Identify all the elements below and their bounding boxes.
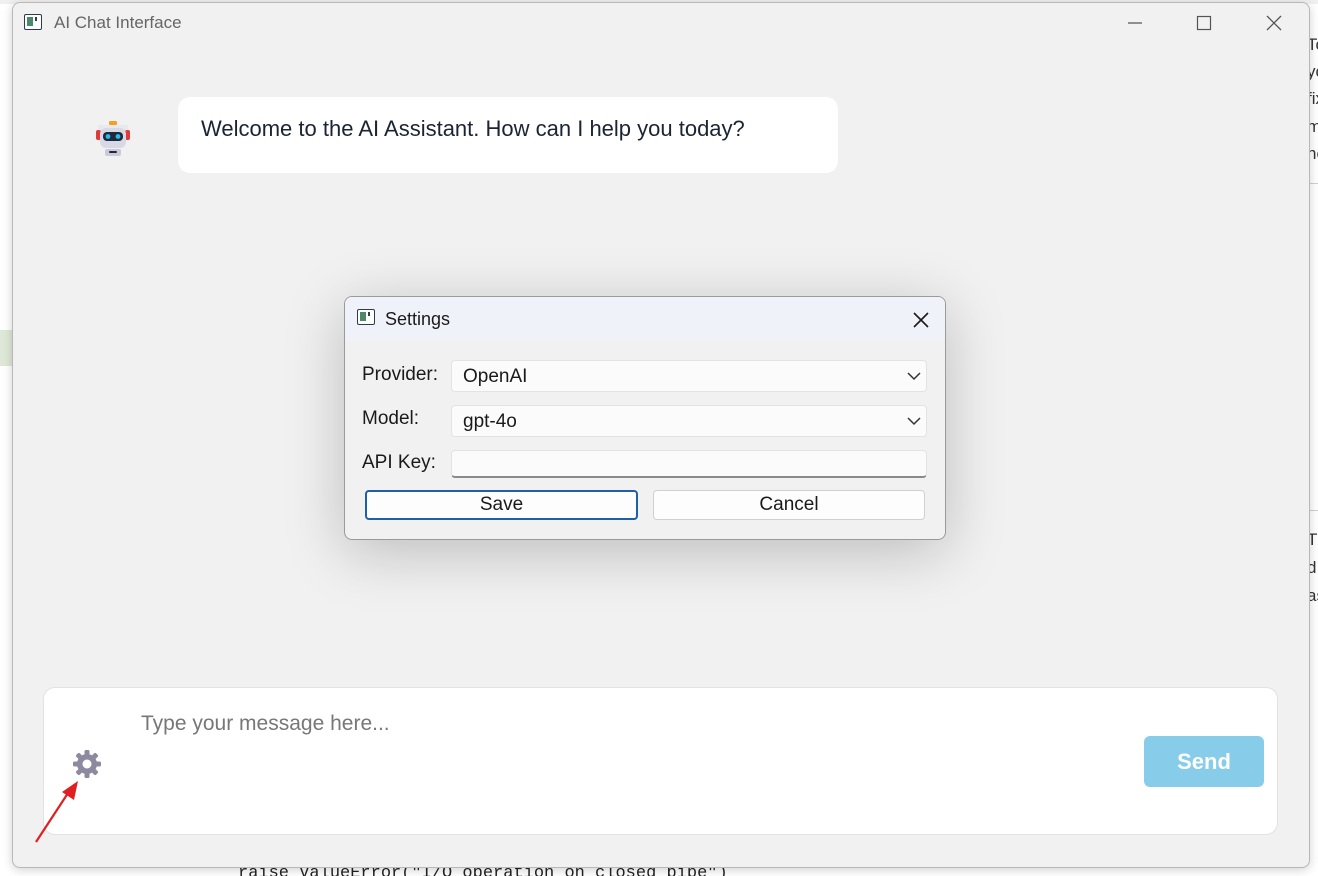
send-button[interactable]: Send (1144, 736, 1264, 787)
assistant-message-bubble: Welcome to the AI Assistant. How can I h… (178, 97, 838, 173)
cancel-button[interactable]: Cancel (653, 490, 925, 520)
close-icon (1266, 15, 1282, 31)
minimize-icon (1128, 22, 1142, 24)
close-icon (913, 312, 929, 328)
window-title: AI Chat Interface (54, 13, 182, 32)
api-key-input[interactable] (451, 450, 927, 478)
save-button[interactable]: Save (365, 490, 638, 520)
close-window-button[interactable] (1239, 3, 1309, 43)
api-key-label: API Key: (362, 452, 436, 473)
chevron-down-icon (907, 417, 921, 426)
settings-button[interactable] (69, 746, 105, 782)
annotation-arrow-icon (35, 781, 78, 843)
model-label: Model: (362, 408, 420, 429)
maximize-button[interactable] (1169, 3, 1239, 43)
model-select[interactable]: gpt-4o (451, 405, 927, 437)
provider-selected-value: OpenAI (463, 366, 528, 387)
model-selected-value: gpt-4o (463, 411, 517, 432)
message-input[interactable] (139, 706, 1043, 742)
minimize-button[interactable] (1100, 3, 1170, 43)
provider-select[interactable]: OpenAI (451, 360, 927, 392)
settings-dialog: Settings Provider: OpenAI Model: gpt-4o … (344, 296, 946, 540)
provider-label: Provider: (362, 364, 439, 385)
title-bar[interactable]: AI Chat Interface (13, 3, 1309, 43)
dialog-close-button[interactable] (901, 305, 941, 335)
app-window-icon (24, 14, 42, 30)
chevron-down-icon (907, 372, 921, 381)
dialog-title-bar[interactable]: Settings (345, 297, 945, 341)
maximize-icon (1196, 15, 1212, 31)
robot-icon (92, 117, 134, 159)
message-composer: Send (43, 687, 1278, 835)
app-window-icon (357, 309, 375, 325)
dialog-title: Settings (385, 309, 451, 329)
background-editor-highlight (0, 330, 12, 366)
gear-icon (73, 750, 101, 778)
